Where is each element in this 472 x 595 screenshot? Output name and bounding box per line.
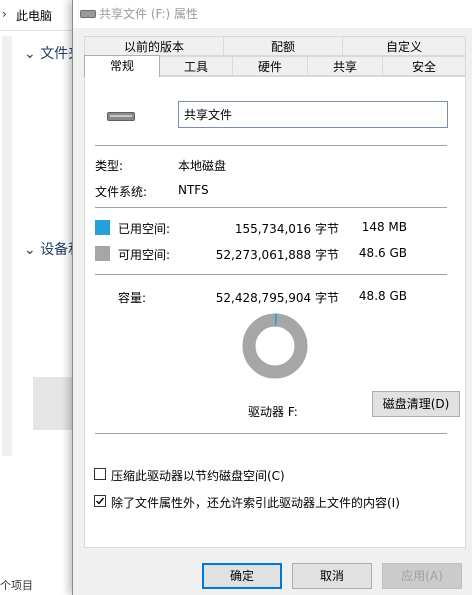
explorer-drive-tile[interactable] bbox=[33, 377, 73, 430]
divider bbox=[95, 274, 447, 275]
free-space-ring bbox=[242, 313, 308, 379]
ok-button[interactable]: 确定 bbox=[202, 563, 282, 589]
dialog-titlebar[interactable]: 共享文件 (F:) 属性 bbox=[73, 0, 472, 28]
free-space-bytes: 52,273,061,888 字节 bbox=[215, 248, 339, 262]
divider bbox=[95, 433, 447, 434]
cancel-button[interactable]: 取消 bbox=[292, 563, 372, 589]
drive-icon bbox=[80, 10, 96, 18]
type-label: 类型: bbox=[95, 159, 124, 173]
used-space-bytes: 155,734,016 字节 bbox=[234, 222, 339, 236]
tab-sharing[interactable]: 共享 bbox=[307, 56, 383, 76]
capacity-size: 48.8 GB bbox=[358, 289, 407, 303]
free-space-swatch bbox=[95, 246, 110, 261]
tab-tools[interactable]: 工具 bbox=[159, 56, 233, 76]
drive-letter-label: 驱动器 F: bbox=[248, 405, 298, 419]
used-space-label: 已用空间: bbox=[118, 222, 171, 236]
chevron-down-icon: ⌄ bbox=[24, 46, 36, 62]
dialog-title: 共享文件 (F:) 属性 bbox=[99, 7, 199, 21]
disk-cleanup-button[interactable]: 磁盘清理(D) bbox=[372, 391, 460, 417]
type-value: 本地磁盘 bbox=[178, 159, 227, 173]
compress-label[interactable]: 压缩此驱动器以节约磁盘空间(C) bbox=[111, 467, 285, 484]
tab-general[interactable]: 常规 bbox=[84, 55, 160, 77]
filesystem-label: 文件系统: bbox=[95, 185, 148, 199]
general-tab-panel: 类型: 本地磁盘 文件系统: NTFS 已用空间: 155,734,016 字节… bbox=[84, 76, 466, 548]
disk-usage-donut bbox=[242, 313, 308, 379]
tab-hardware[interactable]: 硬件 bbox=[232, 56, 308, 76]
chevron-down-icon: ⌄ bbox=[24, 242, 36, 258]
index-label[interactable]: 除了文件属性外，还允许索引此驱动器上文件的内容(I) bbox=[111, 494, 400, 511]
explorer-scrollbar[interactable] bbox=[2, 36, 12, 456]
tab-security[interactable]: 安全 bbox=[382, 56, 466, 76]
properties-dialog: 共享文件 (F:) 属性 以前的版本 配额 自定义 工具 硬件 共享 安全 常规… bbox=[72, 0, 472, 595]
tab-previous-versions[interactable]: 以前的版本 bbox=[84, 36, 224, 56]
used-space-swatch bbox=[95, 220, 110, 235]
explorer-status-text: 个项目 bbox=[0, 579, 33, 592]
checkmark-icon bbox=[96, 497, 105, 505]
index-checkbox[interactable] bbox=[94, 495, 106, 507]
divider bbox=[95, 145, 447, 146]
free-space-size: 48.6 GB bbox=[358, 246, 407, 260]
apply-button[interactable]: 应用(A) bbox=[382, 563, 462, 589]
chevron-right-icon[interactable]: › bbox=[2, 7, 7, 21]
compress-checkbox[interactable] bbox=[94, 468, 106, 480]
drive-icon bbox=[107, 112, 135, 121]
tab-customize[interactable]: 自定义 bbox=[342, 36, 466, 56]
explorer-path[interactable]: 此电脑 bbox=[16, 7, 52, 24]
tab-quota[interactable]: 配额 bbox=[223, 36, 343, 56]
drive-name-input[interactable] bbox=[178, 101, 448, 128]
capacity-bytes: 52,428,795,904 字节 bbox=[215, 291, 339, 305]
divider bbox=[95, 207, 447, 208]
free-space-label: 可用空间: bbox=[118, 248, 171, 262]
capacity-label: 容量: bbox=[118, 291, 147, 305]
filesystem-value: NTFS bbox=[178, 183, 209, 197]
used-space-size: 148 MB bbox=[361, 220, 407, 234]
